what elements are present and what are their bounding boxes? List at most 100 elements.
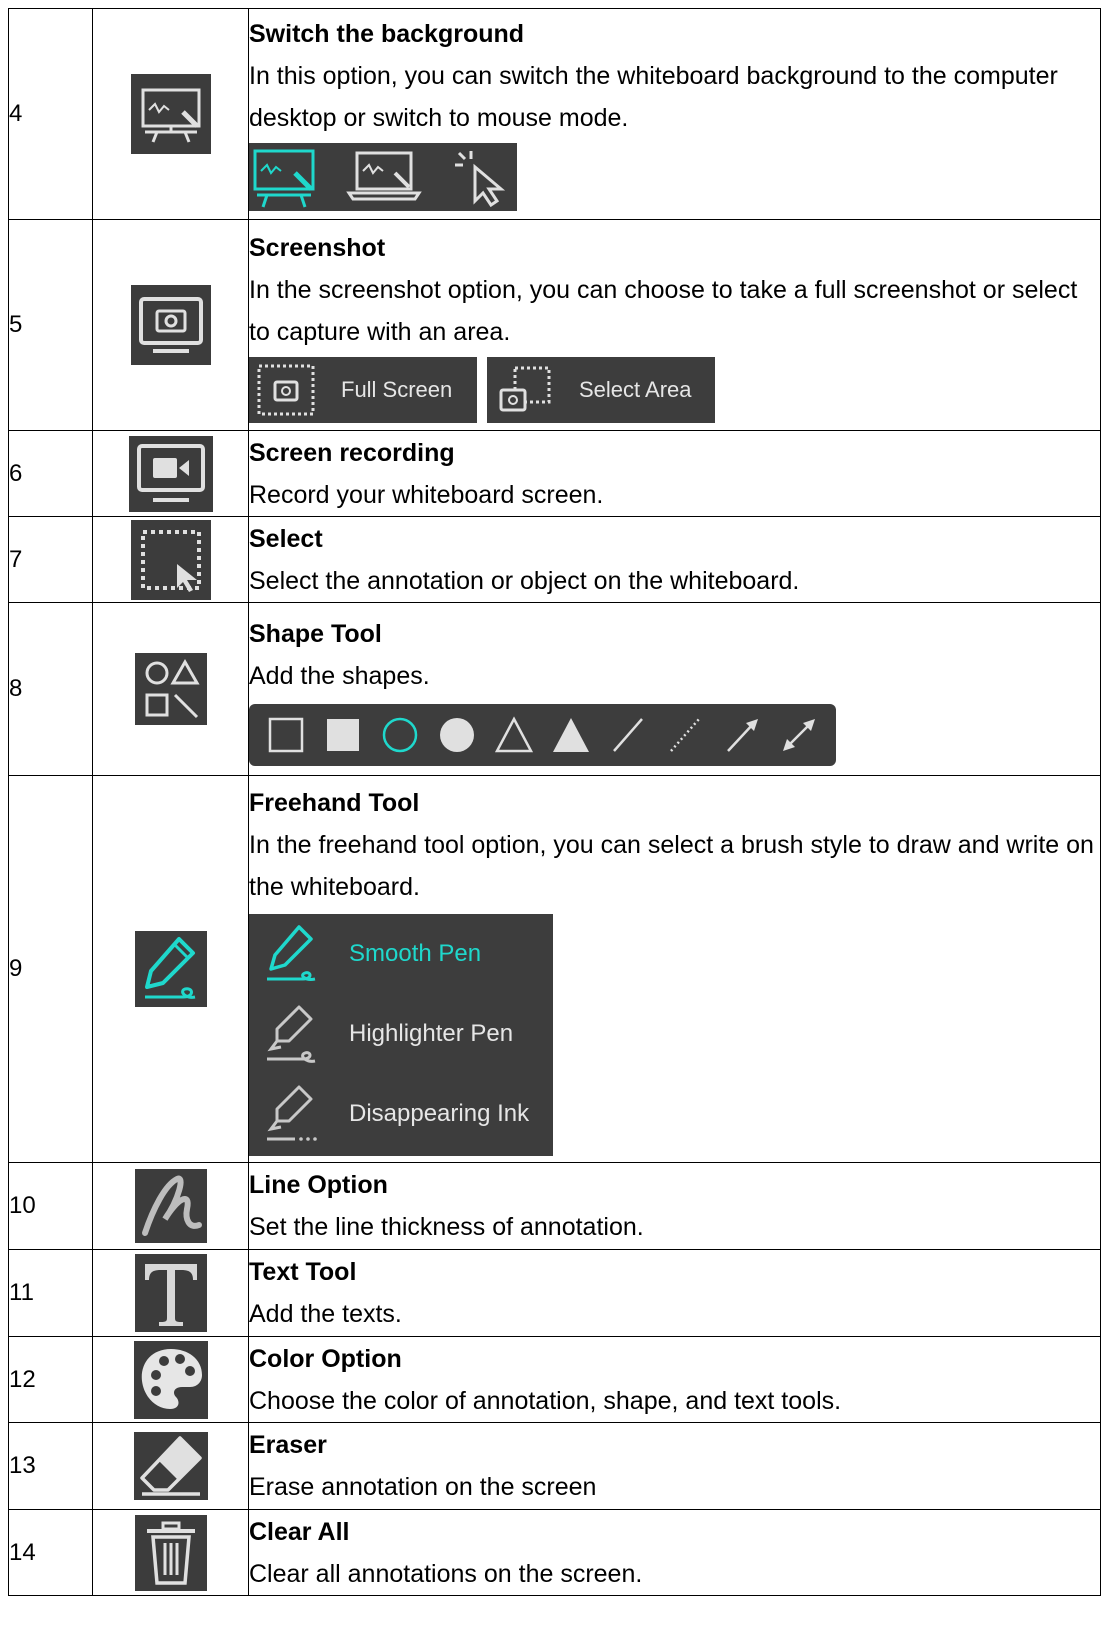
- rectangle-filled-icon[interactable]: [323, 715, 363, 755]
- row-number: 9: [8, 775, 93, 1163]
- highlighter-pen-option[interactable]: Highlighter Pen: [249, 994, 553, 1074]
- row-text: In the screenshot option, you can choose…: [249, 276, 1078, 346]
- description-cell: Screen recording Record your whiteboard …: [248, 430, 1101, 517]
- brush-style-panel: Smooth Pen Highlighter Pen Disappearing …: [249, 914, 553, 1156]
- shape-toolbar: [249, 703, 836, 766]
- description-cell: Switch the background In this option, yo…: [248, 8, 1101, 220]
- table-row: 10 Line Option Set the line thickness of…: [8, 1162, 1101, 1250]
- description-cell: Text Tool Add the texts.: [248, 1249, 1101, 1337]
- description-cell: Screenshot In the screenshot option, you…: [248, 219, 1101, 431]
- smooth-pen-option[interactable]: Smooth Pen: [249, 914, 553, 994]
- disappearing-ink-icon: [267, 1085, 317, 1141]
- row-number: 14: [8, 1509, 93, 1596]
- row-title: Text Tool: [249, 1258, 357, 1286]
- whiteboard-mode-icon: [253, 149, 315, 207]
- triangle-filled-icon[interactable]: [551, 715, 591, 755]
- table-row: 12 Color Option Choose the color of anno…: [8, 1336, 1101, 1423]
- row-title: Switch the background: [249, 19, 525, 48]
- table-row: 13 Eraser Erase annotation on the screen: [8, 1422, 1101, 1510]
- description-cell: Freehand Tool In the freehand tool optio…: [248, 775, 1101, 1163]
- icon-cell: [92, 1249, 249, 1337]
- table-row: 14 Clear All Clear all annotations on th…: [8, 1509, 1101, 1596]
- full-screen-label: Full Screen: [341, 377, 453, 402]
- row-title: Line Option: [249, 1171, 388, 1199]
- row-number: 6: [8, 430, 93, 517]
- description-cell: Color Option Choose the color of annotat…: [248, 1336, 1101, 1423]
- row-number: 13: [8, 1422, 93, 1510]
- text-t-icon: [134, 1254, 207, 1332]
- row-title: Screen recording: [249, 438, 455, 467]
- table-row: 6 Screen recording Record your whiteboar…: [8, 430, 1101, 517]
- description-cell: Shape Tool Add the shapes.: [248, 602, 1101, 776]
- tool-table: 4 Switch the background In this option, …: [8, 8, 1101, 1596]
- highlighter-pen-icon: [267, 1005, 316, 1063]
- row-title: Shape Tool: [249, 619, 382, 648]
- row-title: Screenshot: [249, 234, 386, 262]
- highlighter-pen-label: Highlighter Pen: [349, 1020, 514, 1047]
- table-row: 4 Switch the background In this option, …: [8, 8, 1101, 220]
- row-text: Erase annotation on the screen: [249, 1473, 597, 1501]
- full-screen-button[interactable]: Full Screen: [249, 357, 477, 423]
- table-row: 8 Shape Tool Add the shapes.: [8, 602, 1101, 776]
- shapes-icon: [134, 653, 207, 725]
- smooth-pen-label: Smooth Pen: [349, 940, 482, 967]
- icon-cell: [92, 1162, 249, 1250]
- row-number: 12: [8, 1336, 93, 1423]
- table-row: 7 Select Select the annotation or object…: [8, 516, 1101, 603]
- whiteboard-easel-icon: [130, 74, 211, 154]
- row-text: Set the line thickness of annotation.: [249, 1213, 644, 1241]
- icon-cell: [92, 8, 249, 220]
- row-text: Select the annotation or object on the w…: [249, 566, 800, 595]
- icon-cell: [92, 602, 249, 776]
- row-title: Freehand Tool: [249, 789, 420, 817]
- row-number: 11: [8, 1249, 93, 1337]
- row-text: Clear all annotations on the screen.: [249, 1559, 643, 1588]
- palette-icon: [133, 1340, 208, 1419]
- row-title: Select: [249, 524, 323, 553]
- row-number: 10: [8, 1162, 93, 1250]
- trash-icon: [134, 1514, 207, 1591]
- triangle-outline-icon[interactable]: [494, 715, 534, 755]
- line-icon[interactable]: [608, 715, 648, 755]
- table-row: 11 Text Tool Add the texts.: [8, 1249, 1101, 1337]
- icon-cell: [92, 775, 249, 1163]
- table-row: 9 Freehand Tool In the freehand tool opt…: [8, 775, 1101, 1163]
- select-area-icon: [130, 519, 211, 600]
- icon-cell: [92, 1422, 249, 1510]
- pen-icon: [134, 931, 207, 1007]
- row-text: In the freehand tool option, you can sel…: [249, 831, 1094, 901]
- desktop-mode-icon: [346, 151, 422, 200]
- mouse-mode-icon: [455, 150, 506, 207]
- description-cell: Select Select the annotation or object o…: [248, 516, 1101, 603]
- arrow-icon[interactable]: [722, 715, 762, 755]
- circle-outline-icon[interactable]: [380, 715, 420, 755]
- double-arrow-icon[interactable]: [779, 715, 819, 755]
- description-cell: Clear All Clear all annotations on the s…: [248, 1509, 1101, 1596]
- row-number: 5: [8, 219, 93, 431]
- icon-cell: [92, 219, 249, 431]
- select-area-button[interactable]: Select Area: [487, 357, 715, 423]
- row-text: Record your whiteboard screen.: [249, 480, 604, 509]
- full-screen-capture-icon: [257, 364, 315, 416]
- icon-cell: [92, 1336, 249, 1423]
- select-area-capture-icon: [499, 366, 551, 412]
- background-mode-panel: [249, 142, 517, 211]
- table-row: 5 Screenshot In the screenshot option, y…: [8, 219, 1101, 431]
- smooth-pen-icon: [267, 925, 316, 981]
- circle-filled-icon[interactable]: [437, 715, 477, 755]
- description-cell: Line Option Set the line thickness of an…: [248, 1162, 1101, 1250]
- video-monitor-icon: [128, 435, 213, 512]
- select-area-label: Select Area: [579, 377, 692, 402]
- dotted-line-icon[interactable]: [665, 715, 705, 755]
- row-text: In this option, you can switch the white…: [249, 61, 1058, 132]
- row-number: 8: [8, 602, 93, 776]
- disappearing-ink-label: Disappearing Ink: [349, 1100, 530, 1127]
- description-cell: Eraser Erase annotation on the screen: [248, 1422, 1101, 1510]
- rectangle-outline-icon[interactable]: [266, 715, 306, 755]
- row-number: 7: [8, 516, 93, 603]
- row-text: Add the texts.: [249, 1300, 402, 1328]
- line-thickness-icon: [134, 1169, 207, 1243]
- camera-monitor-icon: [130, 285, 211, 365]
- disappearing-ink-option[interactable]: Disappearing Ink: [249, 1074, 553, 1154]
- row-title: Color Option: [249, 1344, 402, 1373]
